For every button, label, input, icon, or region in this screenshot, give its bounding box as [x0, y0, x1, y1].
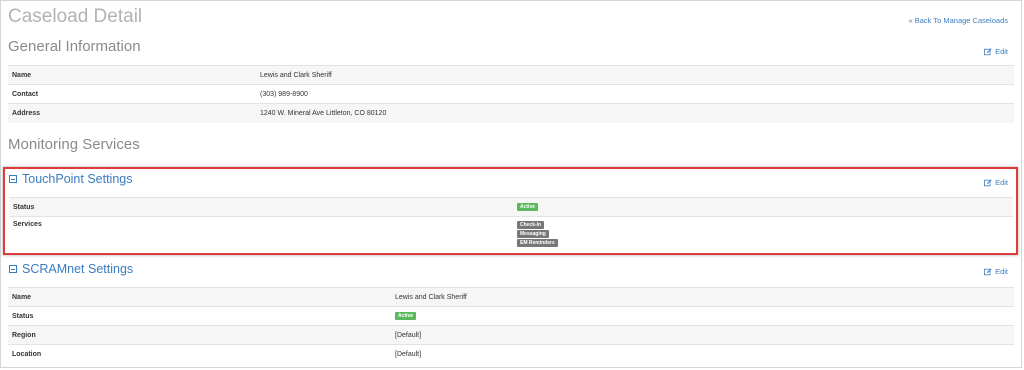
- edit-label: Edit: [995, 178, 1008, 187]
- row-label: Services: [13, 221, 42, 228]
- scramnet-settings-toggle[interactable]: SCRAMnet Settings: [9, 262, 133, 276]
- table-row: Location [Default]: [8, 344, 1014, 364]
- status-badge: Active: [517, 203, 539, 211]
- general-information-heading: General Information: [8, 38, 141, 55]
- touchpoint-table: Status Active Services Check-In Messagin…: [9, 197, 1013, 253]
- table-row: Status Active: [8, 306, 1014, 326]
- table-row: Services Check-In Messaging EM Reminders: [9, 216, 1013, 253]
- general-edit-button[interactable]: Edit: [984, 47, 1008, 56]
- table-row: Status Active: [9, 197, 1013, 217]
- scramnet-edit-button[interactable]: Edit: [984, 267, 1008, 276]
- table-row: Address 1240 W. Mineral Ave Littleton, C…: [8, 103, 1014, 123]
- row-label: Location: [12, 350, 42, 358]
- row-value: 1240 W. Mineral Ave Littleton, CO 80120: [260, 109, 387, 117]
- collapse-icon: [9, 265, 17, 273]
- row-label: Address: [12, 109, 41, 117]
- collapse-icon: [9, 175, 17, 183]
- edit-icon: [984, 47, 992, 55]
- table-row: Region [Default]: [8, 325, 1014, 345]
- row-label: Name: [12, 293, 32, 301]
- row-label: Region: [12, 331, 36, 339]
- row-value: Active: [513, 198, 1013, 217]
- row-value: [Default]: [395, 350, 422, 358]
- service-badge: Check-In: [517, 221, 545, 229]
- row-label: Status: [13, 203, 35, 211]
- service-badge: Messaging: [517, 230, 549, 238]
- row-label: Name: [12, 71, 32, 79]
- page-title: Caseload Detail: [8, 6, 143, 27]
- scramnet-table: Name Lewis and Clark Sheriff Status Acti…: [8, 287, 1014, 364]
- row-value: [Default]: [395, 331, 422, 339]
- touchpoint-edit-button[interactable]: Edit: [984, 178, 1008, 187]
- touchpoint-settings-toggle[interactable]: TouchPoint Settings: [9, 172, 133, 186]
- edit-icon: [984, 178, 992, 186]
- row-label: Status: [12, 312, 34, 320]
- scramnet-settings-title: SCRAMnet Settings: [22, 262, 134, 276]
- table-row: Name Lewis and Clark Sheriff: [8, 65, 1014, 85]
- edit-icon: [984, 267, 992, 275]
- service-badge: EM Reminders: [517, 239, 558, 247]
- table-row: Contact (303) 989-8900: [8, 84, 1014, 104]
- row-label: Contact: [12, 90, 39, 98]
- general-info-table: Name Lewis and Clark Sheriff Contact (30…: [8, 65, 1014, 123]
- back-to-caseloads-link[interactable]: « Back To Manage Caseloads: [908, 16, 1008, 25]
- row-value: Lewis and Clark Sheriff: [395, 293, 467, 301]
- row-value: Lewis and Clark Sheriff: [260, 71, 332, 79]
- row-value: Active: [391, 307, 1014, 326]
- edit-label: Edit: [995, 47, 1008, 56]
- monitoring-services-heading: Monitoring Services: [8, 136, 140, 153]
- touchpoint-settings-title: TouchPoint Settings: [22, 172, 133, 186]
- services-list: Check-In Messaging EM Reminders: [513, 217, 1013, 253]
- table-row: Name Lewis and Clark Sheriff: [8, 287, 1014, 307]
- status-badge: Active: [395, 312, 417, 320]
- row-value: (303) 989-8900: [260, 90, 308, 98]
- edit-label: Edit: [995, 267, 1008, 276]
